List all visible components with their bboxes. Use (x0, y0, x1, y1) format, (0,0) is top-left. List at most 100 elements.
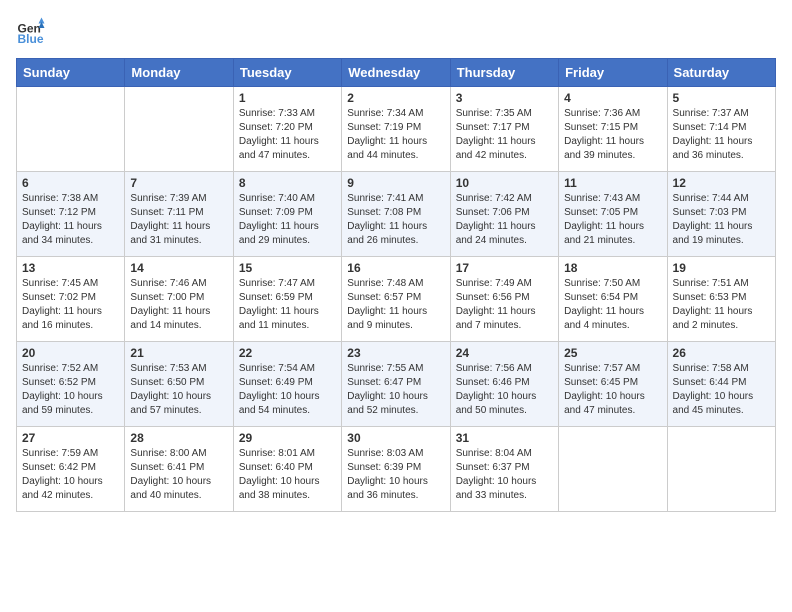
calendar-week-3: 13Sunrise: 7:45 AMSunset: 7:02 PMDayligh… (17, 257, 776, 342)
day-number: 27 (22, 431, 119, 445)
calendar-cell (559, 427, 667, 512)
day-number: 31 (456, 431, 553, 445)
calendar-cell: 29 Sunrise: 8:01 AMSunset: 6:40 PMDayligh… (233, 427, 341, 512)
calendar-table: SundayMondayTuesdayWednesdayThursdayFrid… (16, 58, 776, 512)
day-info: Sunrise: 7:42 AMSunset: 7:06 PMDaylight:… (456, 192, 553, 248)
calendar-cell: 15 Sunrise: 7:47 AMSunset: 6:59 PMDayligh… (233, 257, 341, 342)
day-number: 8 (239, 176, 336, 190)
day-number: 14 (130, 261, 227, 275)
calendar-cell: 24 Sunrise: 7:56 AMSunset: 6:46 PMDayligh… (450, 342, 558, 427)
col-header-saturday: Saturday (667, 59, 775, 87)
day-info: Sunrise: 7:35 AMSunset: 7:17 PMDaylight:… (456, 107, 553, 163)
day-info: Sunrise: 7:50 AMSunset: 6:54 PMDaylight:… (564, 277, 661, 333)
calendar-cell: 1Sunrise: 7:33 AMSunset: 7:20 PMDaylight… (233, 87, 341, 172)
day-info: Sunrise: 7:37 AMSunset: 7:14 PMDaylight:… (673, 107, 770, 163)
day-number: 7 (130, 176, 227, 190)
day-number: 26 (673, 346, 770, 360)
day-number: 24 (456, 346, 553, 360)
day-number: 30 (347, 431, 444, 445)
calendar-week-5: 27 Sunrise: 7:59 AMSunset: 6:42 PMDayligh… (17, 427, 776, 512)
calendar-cell: 11Sunrise: 7:43 AMSunset: 7:05 PMDayligh… (559, 172, 667, 257)
calendar-cell: 27 Sunrise: 7:59 AMSunset: 6:42 PMDayligh… (17, 427, 125, 512)
day-number: 20 (22, 346, 119, 360)
day-number: 9 (347, 176, 444, 190)
calendar-cell: 12 Sunrise: 7:44 AMSunset: 7:03 PMDayligh… (667, 172, 775, 257)
day-info: Sunrise: 7:38 AMSunset: 7:12 PMDaylight:… (22, 192, 119, 248)
day-info: Sunrise: 7:40 AMSunset: 7:09 PMDaylight:… (239, 192, 336, 248)
day-info: Sunrise: 7:57 AMSunset: 6:45 PMDaylight:… (564, 362, 661, 418)
day-number: 2 (347, 91, 444, 105)
day-number: 18 (564, 261, 661, 275)
day-info: Sunrise: 7:43 AMSunset: 7:05 PMDaylight:… (564, 192, 661, 248)
day-info: Sunrise: 7:52 AMSunset: 6:52 PMDaylight:… (22, 362, 119, 418)
day-number: 19 (673, 261, 770, 275)
calendar-cell: 30 Sunrise: 8:03 AMSunset: 6:39 PMDayligh… (342, 427, 450, 512)
svg-text:Blue: Blue (18, 32, 44, 46)
calendar-cell: 14 Sunrise: 7:46 AMSunset: 7:00 PMDayligh… (125, 257, 233, 342)
calendar-cell (17, 87, 125, 172)
day-info: Sunrise: 8:04 AMSunset: 6:37 PMDaylight:… (456, 447, 553, 503)
day-number: 23 (347, 346, 444, 360)
day-number: 5 (673, 91, 770, 105)
calendar-cell: 21 Sunrise: 7:53 AMSunset: 6:50 PMDayligh… (125, 342, 233, 427)
calendar-cell: 5 Sunrise: 7:37 AMSunset: 7:14 PMDaylight… (667, 87, 775, 172)
day-number: 22 (239, 346, 336, 360)
calendar-cell: 20 Sunrise: 7:52 AMSunset: 6:52 PMDayligh… (17, 342, 125, 427)
calendar-cell: 25 Sunrise: 7:57 AMSunset: 6:45 PMDayligh… (559, 342, 667, 427)
calendar-cell: 7 Sunrise: 7:39 AMSunset: 7:11 PMDaylight… (125, 172, 233, 257)
calendar-header-row: SundayMondayTuesdayWednesdayThursdayFrid… (17, 59, 776, 87)
calendar-week-4: 20 Sunrise: 7:52 AMSunset: 6:52 PMDayligh… (17, 342, 776, 427)
calendar-cell: 9 Sunrise: 7:41 AMSunset: 7:08 PMDaylight… (342, 172, 450, 257)
day-info: Sunrise: 7:39 AMSunset: 7:11 PMDaylight:… (130, 192, 227, 248)
calendar-cell: 2 Sunrise: 7:34 AMSunset: 7:19 PMDaylight… (342, 87, 450, 172)
calendar-cell: 10Sunrise: 7:42 AMSunset: 7:06 PMDayligh… (450, 172, 558, 257)
calendar-cell: 19 Sunrise: 7:51 AMSunset: 6:53 PMDayligh… (667, 257, 775, 342)
calendar-cell: 13Sunrise: 7:45 AMSunset: 7:02 PMDayligh… (17, 257, 125, 342)
day-number: 4 (564, 91, 661, 105)
day-number: 25 (564, 346, 661, 360)
calendar-cell: 16Sunrise: 7:48 AMSunset: 6:57 PMDayligh… (342, 257, 450, 342)
calendar-cell: 28Sunrise: 8:00 AMSunset: 6:41 PMDayligh… (125, 427, 233, 512)
calendar-cell: 22 Sunrise: 7:54 AMSunset: 6:49 PMDayligh… (233, 342, 341, 427)
calendar-cell: 3Sunrise: 7:35 AMSunset: 7:17 PMDaylight… (450, 87, 558, 172)
day-info: Sunrise: 7:55 AMSunset: 6:47 PMDaylight:… (347, 362, 444, 418)
day-info: Sunrise: 7:53 AMSunset: 6:50 PMDaylight:… (130, 362, 227, 418)
calendar-cell: 23 Sunrise: 7:55 AMSunset: 6:47 PMDayligh… (342, 342, 450, 427)
calendar-cell: 17Sunrise: 7:49 AMSunset: 6:56 PMDayligh… (450, 257, 558, 342)
calendar-cell: 6 Sunrise: 7:38 AMSunset: 7:12 PMDaylight… (17, 172, 125, 257)
col-header-monday: Monday (125, 59, 233, 87)
day-info: Sunrise: 7:41 AMSunset: 7:08 PMDaylight:… (347, 192, 444, 248)
day-number: 1 (239, 91, 336, 105)
calendar-cell: 31 Sunrise: 8:04 AMSunset: 6:37 PMDayligh… (450, 427, 558, 512)
day-number: 6 (22, 176, 119, 190)
day-info: Sunrise: 7:56 AMSunset: 6:46 PMDaylight:… (456, 362, 553, 418)
col-header-wednesday: Wednesday (342, 59, 450, 87)
day-number: 29 (239, 431, 336, 445)
day-number: 12 (673, 176, 770, 190)
calendar-week-2: 6 Sunrise: 7:38 AMSunset: 7:12 PMDaylight… (17, 172, 776, 257)
day-info: Sunrise: 7:46 AMSunset: 7:00 PMDaylight:… (130, 277, 227, 333)
day-number: 21 (130, 346, 227, 360)
calendar-cell: 18 Sunrise: 7:50 AMSunset: 6:54 PMDayligh… (559, 257, 667, 342)
day-info: Sunrise: 7:34 AMSunset: 7:19 PMDaylight:… (347, 107, 444, 163)
logo-icon: Gen Blue (16, 16, 46, 46)
col-header-sunday: Sunday (17, 59, 125, 87)
calendar-week-1: 1Sunrise: 7:33 AMSunset: 7:20 PMDaylight… (17, 87, 776, 172)
calendar-cell: 4Sunrise: 7:36 AMSunset: 7:15 PMDaylight… (559, 87, 667, 172)
day-info: Sunrise: 7:44 AMSunset: 7:03 PMDaylight:… (673, 192, 770, 248)
day-info: Sunrise: 7:59 AMSunset: 6:42 PMDaylight:… (22, 447, 119, 503)
logo: Gen Blue (16, 16, 50, 46)
day-info: Sunrise: 7:47 AMSunset: 6:59 PMDaylight:… (239, 277, 336, 333)
calendar-cell (125, 87, 233, 172)
day-info: Sunrise: 7:54 AMSunset: 6:49 PMDaylight:… (239, 362, 336, 418)
day-info: Sunrise: 7:51 AMSunset: 6:53 PMDaylight:… (673, 277, 770, 333)
day-info: Sunrise: 7:58 AMSunset: 6:44 PMDaylight:… (673, 362, 770, 418)
calendar-cell: 8 Sunrise: 7:40 AMSunset: 7:09 PMDaylight… (233, 172, 341, 257)
day-info: Sunrise: 8:00 AMSunset: 6:41 PMDaylight:… (130, 447, 227, 503)
calendar-cell: 26 Sunrise: 7:58 AMSunset: 6:44 PMDayligh… (667, 342, 775, 427)
page-header: Gen Blue (16, 16, 776, 46)
day-number: 16 (347, 261, 444, 275)
day-info: Sunrise: 8:03 AMSunset: 6:39 PMDaylight:… (347, 447, 444, 503)
day-info: Sunrise: 8:01 AMSunset: 6:40 PMDaylight:… (239, 447, 336, 503)
day-number: 15 (239, 261, 336, 275)
